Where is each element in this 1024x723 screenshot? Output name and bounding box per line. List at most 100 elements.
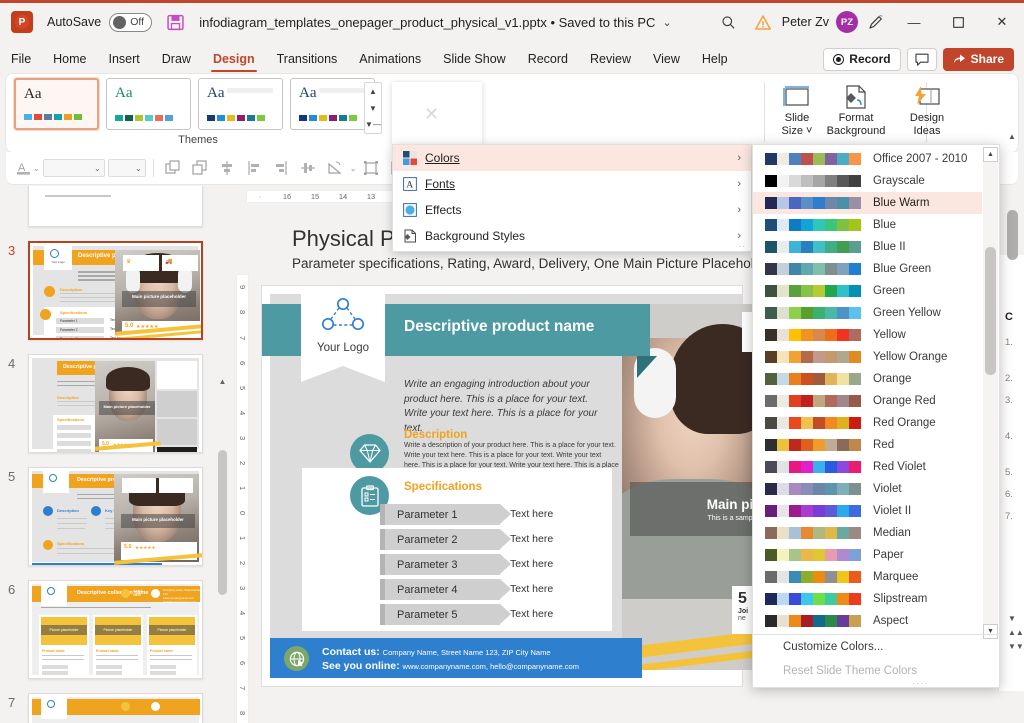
menu-item-colors[interactable]: Colors ›: [393, 145, 751, 171]
parameter-row[interactable]: Parameter 3: [380, 554, 511, 575]
variants-gallery-popup[interactable]: ✕: [392, 82, 482, 144]
theme-color-item[interactable]: Blue Warm: [753, 192, 982, 214]
search-icon[interactable]: [712, 7, 746, 37]
slide-thumbnail-image[interactable]: [28, 186, 203, 227]
slide-thumbnail-image[interactable]: Your Logo Descriptive product name Descr…: [28, 241, 203, 340]
tab-view[interactable]: View: [642, 44, 691, 74]
tab-record[interactable]: Record: [517, 44, 579, 74]
theme-color-item[interactable]: Marquee: [753, 566, 982, 588]
theme-color-item[interactable]: Green Yellow: [753, 302, 982, 324]
theme-color-item[interactable]: Orange Red: [753, 390, 982, 412]
menu-resize-grip[interactable]: ․․: [739, 240, 746, 249]
theme-color-item[interactable]: Aspect: [753, 610, 982, 632]
description-heading[interactable]: Description: [404, 429, 467, 441]
scroll-thumb[interactable]: [1007, 210, 1018, 260]
tab-help[interactable]: Help: [691, 44, 739, 74]
bring-forward-icon[interactable]: [161, 157, 185, 179]
previous-slide-icon[interactable]: ▲▲: [1008, 628, 1024, 637]
submenu-resize-grip[interactable]: ․․․․: [912, 677, 929, 686]
next-slide-icon[interactable]: ▼▼: [1008, 642, 1024, 651]
theme-card-3[interactable]: Aa: [198, 78, 283, 130]
parameter-row[interactable]: Parameter 5: [380, 604, 511, 625]
align-center-icon[interactable]: [215, 157, 239, 179]
menu-item-fonts[interactable]: A Fonts ›: [393, 171, 751, 197]
theme-color-item[interactable]: Paper: [753, 544, 982, 566]
format-background-button[interactable]: Format Background: [825, 77, 887, 137]
contact-bar[interactable]: Contact us: Company Name, Street Name 12…: [270, 638, 642, 678]
themes-scroll-down-icon[interactable]: ▼: [365, 100, 381, 117]
theme-color-item[interactable]: Blue II: [753, 236, 982, 258]
slide-canvas[interactable]: Main pi This is a samp Your Logo Descrip…: [262, 286, 862, 686]
theme-color-item[interactable]: Yellow Orange: [753, 346, 982, 368]
parameter-value[interactable]: Text here: [510, 533, 553, 545]
tab-animations[interactable]: Animations: [348, 44, 432, 74]
theme-color-item[interactable]: Violet II: [753, 500, 982, 522]
font-color-button[interactable]: A ⌄: [16, 160, 40, 176]
close-button[interactable]: ✕: [980, 6, 1024, 38]
slide-thumbnail-2[interactable]: 2: [0, 186, 232, 227]
theme-card-1[interactable]: Aa: [14, 78, 99, 130]
comments-button[interactable]: [906, 47, 937, 71]
theme-card-4[interactable]: Aa: [290, 78, 375, 130]
slide-size-button[interactable]: Slide Size ˅: [771, 77, 823, 137]
shape-outline-dropdown[interactable]: ⌄: [107, 159, 146, 177]
tab-transitions[interactable]: Transitions: [266, 44, 349, 74]
slide-thumbnail-image[interactable]: Descriptive product name Description Spe…: [28, 354, 203, 453]
parameter-row[interactable]: Parameter 1: [380, 504, 511, 525]
slide-thumbnail-image[interactable]: Descriptive collection name Award name Co…: [28, 580, 203, 679]
tab-file[interactable]: File: [0, 44, 42, 74]
align-right-icon[interactable]: [269, 157, 293, 179]
theme-color-item[interactable]: Office 2007 - 2010: [753, 148, 982, 170]
warning-icon[interactable]: [746, 7, 780, 37]
scroll-up-icon[interactable]: ▲: [983, 147, 998, 162]
tab-review[interactable]: Review: [579, 44, 642, 74]
parameter-value[interactable]: Text here: [510, 583, 553, 595]
shape-fill-dropdown[interactable]: ⌄: [42, 159, 105, 177]
send-backward-icon[interactable]: [188, 157, 212, 179]
slide-thumbnail-4[interactable]: 4 Descriptive product name Description S…: [0, 354, 232, 453]
slide-thumbnail-panel[interactable]: 2 3: [0, 186, 232, 723]
parameter-row[interactable]: Parameter 4: [380, 579, 511, 600]
theme-color-item[interactable]: Blue Green: [753, 258, 982, 280]
slide-panel-scroll-thumb[interactable]: [218, 450, 227, 595]
tab-draw[interactable]: Draw: [151, 44, 202, 74]
parameter-value[interactable]: Text here: [510, 558, 553, 570]
scroll-thumb[interactable]: [985, 247, 996, 375]
autosave-toggle[interactable]: Off: [109, 12, 153, 32]
menu-item-background-styles[interactable]: Background Styles ›: [393, 223, 751, 249]
document-title-chevron-down-icon[interactable]: ⌄: [662, 16, 671, 29]
variants-dropdown-menu[interactable]: Colors › A Fonts › Effects › Background …: [392, 144, 752, 252]
specifications-heading[interactable]: Specifications: [404, 481, 482, 493]
slide-panel-scroll-up-icon[interactable]: ▲: [217, 376, 228, 387]
maximize-button[interactable]: [936, 6, 980, 38]
product-intro[interactable]: Write an engaging introduction about you…: [404, 378, 609, 436]
parameter-value[interactable]: Text here: [510, 508, 553, 520]
slide-panel-scrollbar[interactable]: ▲: [217, 376, 228, 719]
document-scrollbar[interactable]: ▲ ▼ ▲▲ ▼▼: [1007, 132, 1024, 653]
slide-thumbnail-image[interactable]: Descriptive product name Description Key…: [28, 467, 203, 566]
parameter-value[interactable]: Text here: [510, 608, 553, 620]
theme-color-item[interactable]: Orange: [753, 368, 982, 390]
themes-gallery-scroll[interactable]: ▲ ▼ ▼—: [364, 82, 382, 134]
avatar[interactable]: PZ: [836, 11, 858, 33]
theme-card-2[interactable]: Aa: [106, 78, 191, 130]
group-objects-icon[interactable]: [359, 157, 383, 179]
theme-color-item[interactable]: Slipstream: [753, 588, 982, 610]
minimize-button[interactable]: —: [892, 6, 936, 38]
slide-thumbnail-5[interactable]: 5 Descriptive product name Description K…: [0, 467, 232, 566]
share-button[interactable]: Share: [942, 47, 1014, 71]
theme-color-item[interactable]: Red Violet: [753, 456, 982, 478]
theme-colors-scrollbar[interactable]: ▲ ▼: [983, 147, 998, 639]
parameter-row[interactable]: Parameter 2: [380, 529, 511, 550]
slide-thumbnail-3[interactable]: 3 Your Logo Descriptive product name Des…: [0, 241, 232, 340]
customize-colors-item[interactable]: Customize Colors...: [753, 635, 999, 659]
slide-thumbnail-6[interactable]: 6 Descriptive collection name Award name …: [0, 580, 232, 679]
design-ideas-button[interactable]: Design Ideas: [901, 77, 953, 137]
logo-placeholder[interactable]: [301, 288, 385, 366]
scroll-down-icon[interactable]: ▼: [1008, 614, 1016, 623]
theme-color-item[interactable]: Red: [753, 434, 982, 456]
themes-scroll-up-icon[interactable]: ▲: [365, 83, 381, 100]
theme-color-item[interactable]: Grayscale: [753, 170, 982, 192]
theme-color-item[interactable]: Median: [753, 522, 982, 544]
save-icon[interactable]: [165, 12, 185, 32]
